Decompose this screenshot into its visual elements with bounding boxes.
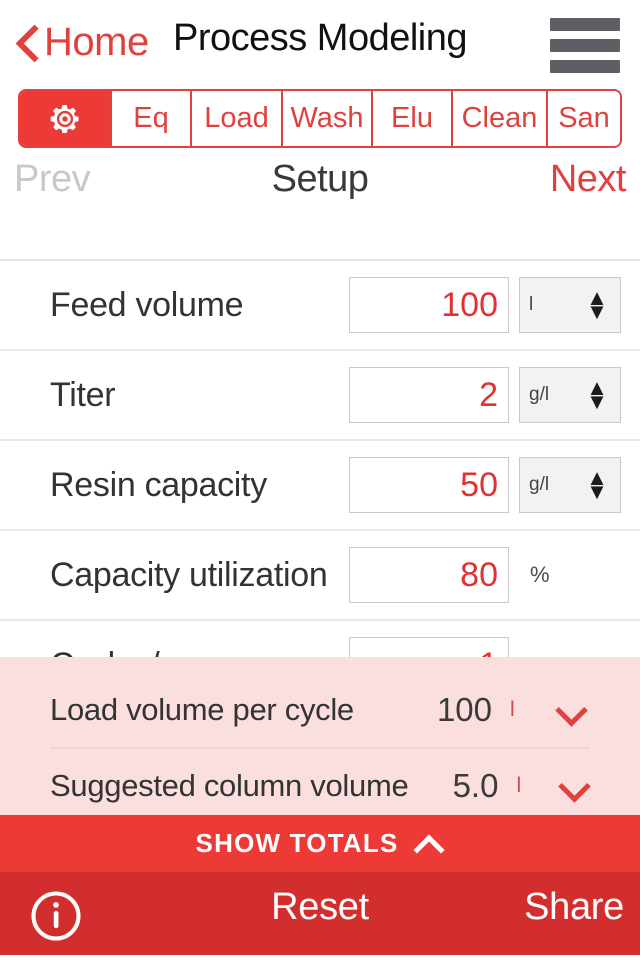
chevron-down-icon[interactable] [559, 769, 590, 803]
page-title: Process Modeling [172, 17, 468, 59]
hamburger-menu-icon[interactable] [548, 16, 624, 74]
summary-label: Suggested column volume [50, 768, 409, 803]
setup-form-list: Feed volume l ▲▼ Titer g/l ▲▼ Resin capa… [0, 259, 640, 662]
summary-label: Load volume per cycle [50, 692, 354, 727]
gear-icon [50, 104, 79, 133]
unit-label: g/l [529, 474, 550, 495]
hamburger-bar [550, 60, 620, 73]
summary-panel: Load volume per cycle 100 l Suggested co… [0, 657, 640, 825]
segment-label: Load [204, 102, 269, 134]
phase-segmented-control: Eq Load Wash Elu Clean San [18, 89, 622, 148]
next-button[interactable]: Next [550, 158, 627, 201]
form-row-titer: Titer g/l ▲▼ [0, 351, 640, 441]
segment-setup[interactable] [20, 91, 112, 146]
app-root: Home Process Modeling Eq Load Wash Elu C… [0, 0, 640, 960]
hamburger-bar [550, 39, 620, 52]
stepper-arrows-icon: ▲ ▼ [586, 465, 608, 504]
unit-label: l [529, 294, 534, 315]
segment-label: Elu [391, 102, 433, 134]
titer-unit-select[interactable]: g/l ▲ ▼ [519, 367, 621, 423]
titer-input[interactable] [349, 367, 509, 423]
feed-volume-input[interactable] [349, 277, 509, 333]
segment-elu[interactable]: Elu [373, 91, 453, 146]
stepper-arrows-icon: ▲ ▼ [586, 375, 608, 414]
form-row-resin-capacity: Resin capacity g/l ▲▼ [0, 441, 640, 531]
stepper-arrows-icon: ▲ ▼ [586, 285, 608, 324]
summary-row-load-volume-per-cycle[interactable]: Load volume per cycle 100 l [50, 673, 590, 749]
feed-volume-unit-select[interactable]: l ▲ ▼ [519, 277, 621, 333]
unit-label: g/l [529, 384, 550, 405]
chevron-up-icon [414, 831, 444, 857]
form-row-feed-volume: Feed volume l ▲▼ [0, 261, 640, 351]
summary-unit: l [516, 774, 522, 797]
step-title: Setup [271, 158, 369, 200]
bottom-toolbar: Reset Share [0, 872, 640, 960]
row-label: Feed volume [50, 285, 244, 324]
hamburger-bar [550, 18, 620, 31]
capacity-utilization-input[interactable] [349, 547, 509, 603]
navigation-bar: Home Process Modeling [0, 0, 640, 86]
summary-row-suggested-column-volume[interactable]: Suggested column volume 5.0 l [50, 749, 590, 825]
segment-label: Clean [461, 102, 538, 134]
share-button[interactable]: Share [524, 886, 624, 929]
resin-capacity-unit-select[interactable]: g/l ▲ ▼ [519, 457, 621, 513]
bottom-strip [0, 955, 640, 960]
row-label: Resin capacity [50, 465, 267, 504]
segment-label: Eq [133, 102, 169, 134]
show-totals-button[interactable]: SHOW TOTALS [0, 815, 640, 872]
summary-value: 100 [436, 691, 492, 728]
segment-wash[interactable]: Wash [283, 91, 373, 146]
row-label: Capacity utilization [50, 555, 328, 594]
show-totals-label: SHOW TOTALS [195, 828, 399, 858]
resin-capacity-input[interactable] [349, 457, 509, 513]
segment-load[interactable]: Load [192, 91, 283, 146]
segment-eq[interactable]: Eq [112, 91, 192, 146]
segment-label: San [558, 102, 610, 134]
row-label: Titer [50, 375, 116, 414]
step-navigation-bar: Prev Setup Next [0, 158, 640, 216]
summary-value: 5.0 [452, 767, 499, 804]
segment-label: Wash [290, 102, 364, 134]
segment-clean[interactable]: Clean [453, 91, 548, 146]
chevron-down-icon[interactable] [556, 693, 590, 727]
summary-unit: l [510, 698, 515, 721]
form-row-cycles-per-run: Cycles/run [0, 621, 640, 662]
form-row-capacity-utilization: Capacity utilization % [0, 531, 640, 621]
capacity-utilization-unit-label: % [530, 562, 550, 587]
segment-san[interactable]: San [548, 91, 620, 146]
